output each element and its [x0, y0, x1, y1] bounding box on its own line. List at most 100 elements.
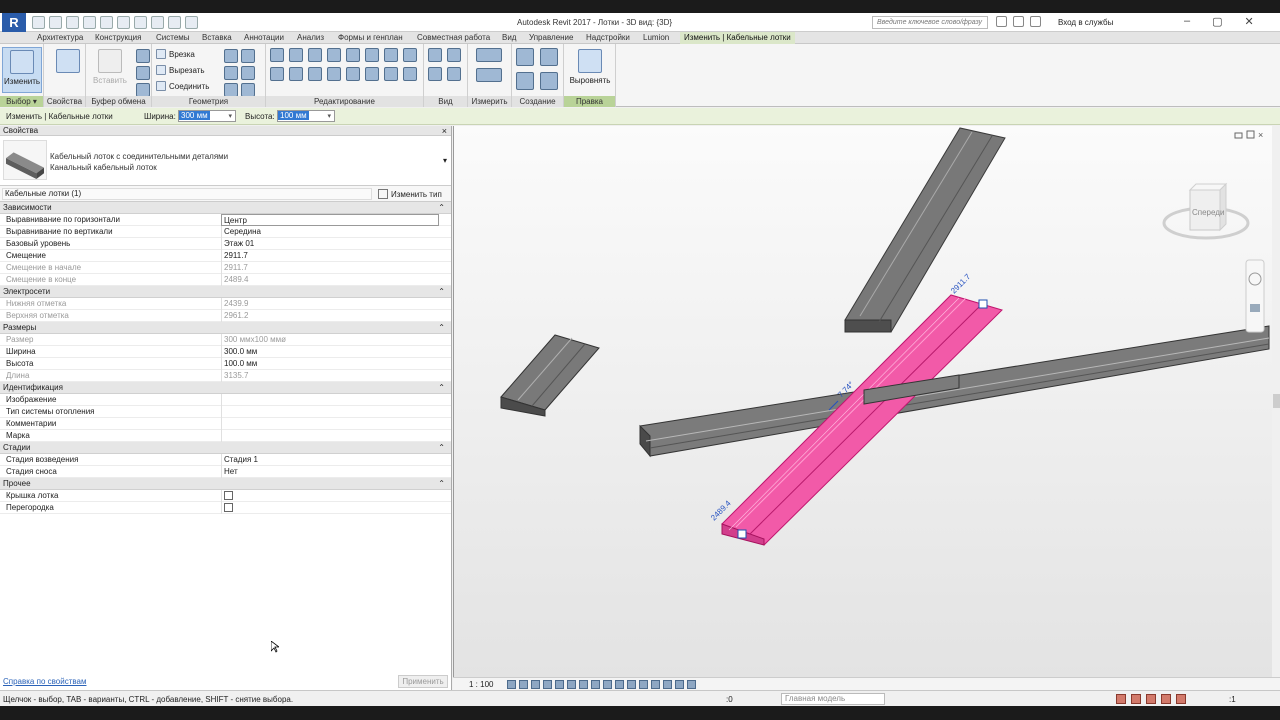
- properties-button[interactable]: [48, 47, 88, 93]
- tab-insert[interactable]: Вставка: [202, 32, 232, 44]
- edit-type-button[interactable]: Изменить тип: [378, 189, 442, 199]
- property-section-header[interactable]: Электросети ⌃: [0, 286, 451, 298]
- property-section-header[interactable]: Зависимости ⌃: [0, 202, 451, 214]
- hide-icon[interactable]: [428, 48, 442, 62]
- rotate-icon[interactable]: [308, 67, 322, 81]
- collapse-icon[interactable]: ⌃: [438, 478, 445, 490]
- tab-massing[interactable]: Формы и генплан: [338, 32, 403, 44]
- match-icon[interactable]: [136, 83, 150, 97]
- apply-button[interactable]: Применить: [398, 675, 448, 688]
- tab-annotate[interactable]: Аннотации: [244, 32, 284, 44]
- chevron-down-icon[interactable]: ▾: [443, 156, 447, 165]
- scrollbar-thumb[interactable]: [1273, 394, 1280, 408]
- tab-architecture[interactable]: Архитектура: [37, 32, 83, 44]
- mirror-draw-icon[interactable]: [327, 48, 341, 62]
- measure-distance-icon[interactable]: [476, 48, 502, 62]
- trim-multiple-icon[interactable]: [384, 67, 398, 81]
- grip-end-icon[interactable]: [978, 299, 988, 309]
- subscription-icon[interactable]: [1013, 16, 1024, 27]
- wall-joins-icon[interactable]: [224, 49, 238, 63]
- properties-help-link[interactable]: Справка по свойствам: [3, 677, 86, 686]
- unjoin-button[interactable]: Вырезать: [156, 65, 205, 75]
- measure-icon[interactable]: [117, 16, 130, 29]
- sync-icon[interactable]: [66, 16, 79, 29]
- collapse-icon[interactable]: ⌃: [438, 442, 445, 454]
- property-value[interactable]: [221, 418, 439, 430]
- property-value[interactable]: Нет: [221, 466, 439, 478]
- cut-geometry-button[interactable]: Врезка: [156, 49, 195, 59]
- lock-view-icon[interactable]: [591, 680, 600, 689]
- reveal-hidden-icon[interactable]: [615, 680, 624, 689]
- switch-windows-icon[interactable]: [185, 16, 198, 29]
- sun-path-icon[interactable]: [531, 680, 540, 689]
- selection-box-icon[interactable]: [447, 67, 461, 81]
- undo-icon[interactable]: [83, 16, 96, 29]
- delete-icon[interactable]: [403, 67, 417, 81]
- filter-count[interactable]: :1: [1229, 695, 1236, 704]
- view-scale[interactable]: 1 : 100: [469, 680, 493, 689]
- paste-button[interactable]: Вставить: [90, 47, 130, 93]
- highlight-icon[interactable]: [639, 680, 648, 689]
- select-underlay-icon[interactable]: [1131, 694, 1141, 704]
- dimension-top[interactable]: 2911.7: [949, 272, 973, 296]
- render-icon[interactable]: [555, 680, 564, 689]
- move-icon[interactable]: [270, 67, 284, 81]
- tab-lumion[interactable]: Lumion: [643, 32, 669, 44]
- modify-button[interactable]: Изменить: [2, 47, 42, 93]
- property-section-header[interactable]: Прочее ⌃: [0, 478, 451, 490]
- tab-structure[interactable]: Конструкция: [95, 32, 141, 44]
- worksharing-icon[interactable]: [663, 680, 672, 689]
- open-icon[interactable]: [32, 16, 45, 29]
- property-value[interactable]: 300.0 мм: [221, 346, 439, 358]
- collapse-icon[interactable]: ⌃: [438, 382, 445, 394]
- close-icon[interactable]: ×: [442, 126, 447, 136]
- maximize-icon[interactable]: [1246, 130, 1255, 139]
- width-dropdown[interactable]: 300 мм ▾: [178, 110, 236, 122]
- redo-icon[interactable]: [100, 16, 113, 29]
- property-value[interactable]: Этаж 01: [221, 238, 439, 250]
- binoculars-icon[interactable]: [996, 16, 1007, 27]
- copy-tool-icon[interactable]: [289, 67, 303, 81]
- collapse-icon[interactable]: ⌃: [438, 286, 445, 298]
- properties-toggle-icon[interactable]: [687, 680, 696, 689]
- pin-icon[interactable]: [384, 48, 398, 62]
- display-model-icon[interactable]: [675, 680, 684, 689]
- demolish-icon[interactable]: [241, 66, 255, 80]
- property-value[interactable]: 2911.7: [221, 250, 439, 262]
- active-model-dropdown[interactable]: Главная модель: [781, 693, 885, 705]
- collapse-icon[interactable]: ⌃: [438, 202, 445, 214]
- height-dropdown[interactable]: 100 мм ▾: [277, 110, 335, 122]
- array-icon[interactable]: [346, 67, 360, 81]
- override-icon[interactable]: [447, 48, 461, 62]
- join-button[interactable]: Соединить: [156, 81, 209, 91]
- tab-modify-cable-trays[interactable]: Изменить | Кабельные лотки: [680, 32, 795, 44]
- instance-filter-dropdown[interactable]: Кабельные лотки (1): [2, 188, 372, 200]
- tab-manage[interactable]: Управление: [529, 32, 573, 44]
- copy-icon[interactable]: [136, 66, 150, 80]
- split-face-icon[interactable]: [241, 49, 255, 63]
- property-section-header[interactable]: Стадии ⌃: [0, 442, 451, 454]
- drag-elements-icon[interactable]: [1176, 694, 1186, 704]
- remove-paint-icon[interactable]: [224, 83, 238, 97]
- tab-view[interactable]: Вид: [502, 32, 516, 44]
- dimension-icon[interactable]: [476, 68, 502, 82]
- temp-hide-icon[interactable]: [603, 680, 612, 689]
- save-icon[interactable]: [49, 16, 62, 29]
- create-group-icon[interactable]: [516, 72, 534, 90]
- text-icon[interactable]: [134, 16, 147, 29]
- tab-systems[interactable]: Системы: [156, 32, 190, 44]
- analytical-icon[interactable]: [627, 680, 636, 689]
- linework-icon[interactable]: [428, 67, 442, 81]
- visual-style-icon[interactable]: [519, 680, 528, 689]
- crop-region-icon[interactable]: [579, 680, 588, 689]
- panel-select-label[interactable]: Выбор ▾: [0, 96, 43, 107]
- checkbox[interactable]: [224, 491, 233, 500]
- select-pinned-icon[interactable]: [1146, 694, 1156, 704]
- shadows-icon[interactable]: [543, 680, 552, 689]
- unpin-icon[interactable]: [403, 48, 417, 62]
- justify-button[interactable]: Выровнять: [568, 47, 612, 93]
- property-value[interactable]: 100.0 мм: [221, 358, 439, 370]
- property-value[interactable]: Стадия 1: [221, 454, 439, 466]
- property-checkbox-cell[interactable]: [221, 490, 439, 502]
- thin-lines-icon[interactable]: [168, 16, 181, 29]
